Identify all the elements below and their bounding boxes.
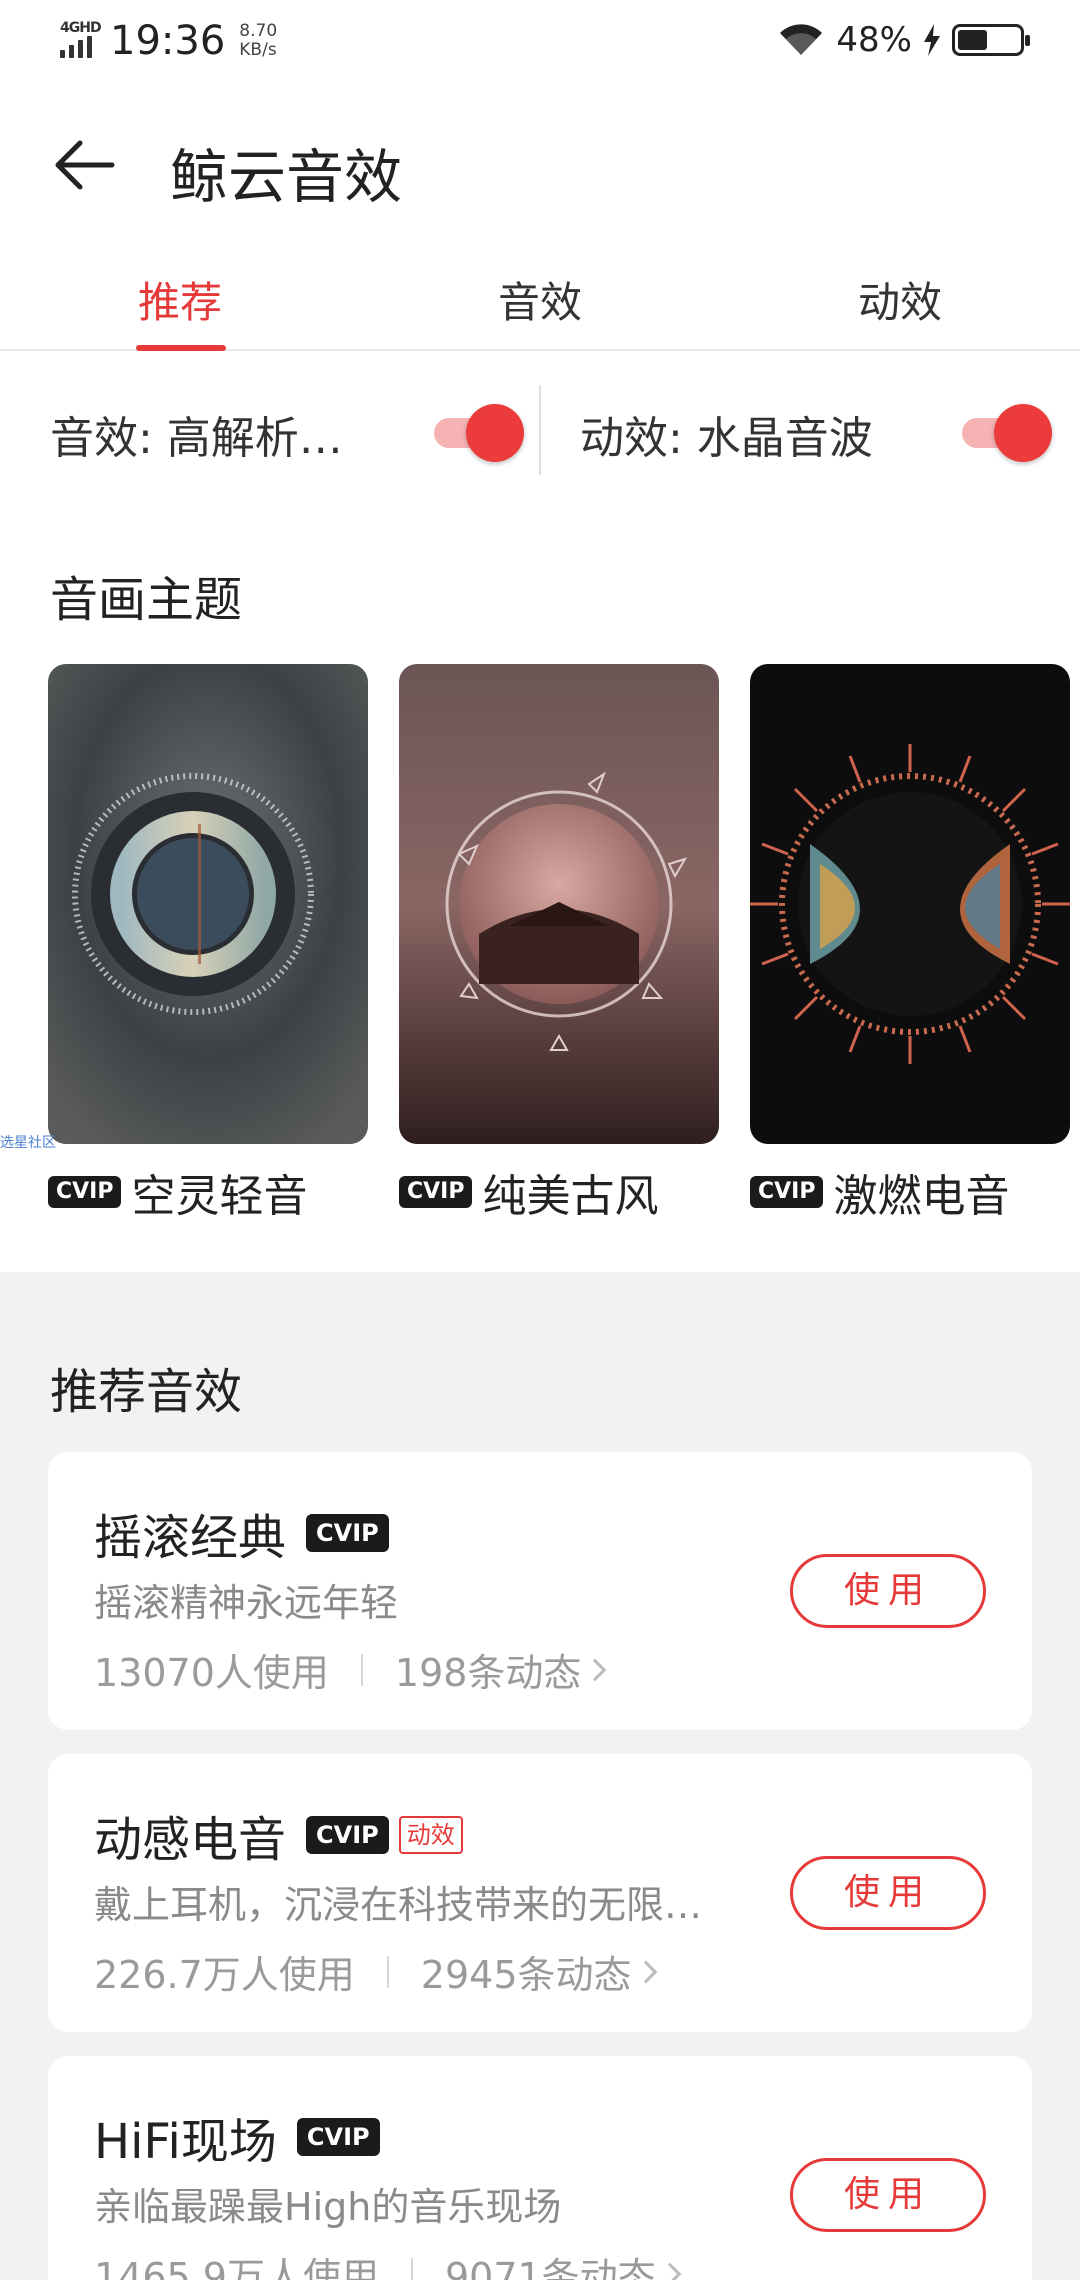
user-count: 226.7万人使用 <box>94 1953 355 1997</box>
theme-card-chunmei[interactable] <box>399 664 719 1144</box>
theme-label: CVIP 纯美古风 <box>399 1160 658 1224</box>
chevron-right-icon <box>658 2262 682 2280</box>
tab-sound[interactable]: 音效 <box>440 269 640 330</box>
use-button[interactable]: 使用 <box>790 2158 986 2232</box>
post-count-link[interactable]: 198条动态 <box>395 1642 582 1697</box>
theme-artwork <box>750 664 1070 1144</box>
post-count-link[interactable]: 9071条动态 <box>445 2246 656 2280</box>
effect-stats: 1465.9万人使用 9071条动态 <box>94 2246 682 2280</box>
cvip-badge: CVIP <box>296 2118 380 2156</box>
network-speed: 8.70 KB/s <box>239 21 278 60</box>
cvip-badge: CVIP <box>306 1514 389 1552</box>
theme-label: CVIP 空灵轻音 <box>48 1160 307 1224</box>
effect-description: 戴上耳机，沉浸在科技带来的无限… <box>94 1883 703 1927</box>
theme-card-kongling[interactable] <box>48 664 368 1144</box>
watermark-text: 选星社区 <box>0 1135 56 1151</box>
tab-motion[interactable]: 动效 <box>800 269 1000 330</box>
tab-recommend[interactable]: 推荐 <box>80 269 280 330</box>
effect-description: 亲临最躁最High的音乐现场 <box>94 2185 562 2229</box>
effect-stats: 226.7万人使用 2945条动态 <box>94 1944 657 1999</box>
section-title-themes: 音画主题 <box>50 572 243 628</box>
active-tab-indicator <box>136 345 226 351</box>
section-title-recommended: 推荐音效 <box>50 1364 243 1420</box>
theme-label: CVIP 激燃电音 <box>750 1160 1009 1224</box>
theme-card-jiran[interactable] <box>750 664 1070 1144</box>
effect-card-rock[interactable]: 摇滚经典 CVIP 摇滚精神永远年轻 13070人使用 198条动态 使用 <box>48 1452 1032 1730</box>
cvip-badge: CVIP <box>306 1816 389 1854</box>
motion-effect-label[interactable]: 动效: 水晶音波 <box>580 402 873 466</box>
battery-percent: 48% <box>836 20 912 60</box>
theme-name: 空灵轻音 <box>131 1171 308 1222</box>
sound-effect-toggle[interactable] <box>426 402 524 462</box>
battery-icon <box>952 24 1030 56</box>
theme-artwork <box>399 664 719 1144</box>
status-bar: 4GHD 19:36 8.70 KB/s 48% <box>0 0 1080 82</box>
effect-card-hifi[interactable]: HiFi现场 CVIP 亲临最躁最High的音乐现场 1465.9万人使用 90… <box>48 2056 1032 2280</box>
recommended-section: 推荐音效 摇滚经典 CVIP 摇滚精神永远年轻 13070人使用 198条动态 … <box>0 1272 1080 2280</box>
wifi-icon <box>780 24 823 55</box>
use-button[interactable]: 使用 <box>790 1554 986 1628</box>
signal-icon: 4GHD <box>56 20 104 62</box>
cvip-badge: CVIP <box>750 1176 824 1208</box>
user-count: 1465.9万人使用 <box>94 2255 379 2280</box>
post-count-link[interactable]: 2945条动态 <box>421 1944 632 1999</box>
theme-artwork <box>48 664 368 1144</box>
theme-name: 激燃电音 <box>833 1171 1010 1222</box>
motion-effect-toggle[interactable] <box>954 402 1052 462</box>
theme-name: 纯美古风 <box>482 1171 659 1222</box>
user-count: 13070人使用 <box>94 1651 329 1695</box>
app-header: 鲸云音效 <box>0 100 1080 230</box>
use-button[interactable]: 使用 <box>790 1856 986 1930</box>
effect-stats: 13070人使用 198条动态 <box>94 1642 607 1697</box>
page-title: 鲸云音效 <box>170 143 403 211</box>
chevron-right-icon <box>634 1960 657 1983</box>
charging-icon <box>924 24 940 56</box>
back-arrow-icon[interactable] <box>50 130 120 200</box>
sound-effect-label[interactable]: 音效: 高解析… <box>50 402 343 466</box>
effect-description: 摇滚精神永远年轻 <box>94 1581 399 1625</box>
cvip-badge: CVIP <box>399 1176 473 1208</box>
effect-card-electronic[interactable]: 动感电音 CVIP 动效 戴上耳机，沉浸在科技带来的无限… 226.7万人使用 … <box>48 1754 1032 2032</box>
current-effects-row: 音效: 高解析… 动效: 水晶音波 <box>0 380 1080 480</box>
clock: 19:36 <box>110 18 226 64</box>
effect-name: HiFi现场 <box>94 2114 277 2170</box>
motion-tag: 动效 <box>398 1816 463 1854</box>
effect-name: 动感电音 <box>94 1812 287 1868</box>
cvip-badge: CVIP <box>48 1176 122 1208</box>
effect-name: 摇滚经典 <box>94 1510 287 1566</box>
chevron-right-icon <box>584 1658 607 1681</box>
tab-bar: 推荐 音效 动效 <box>0 255 1080 351</box>
divider <box>539 385 541 475</box>
